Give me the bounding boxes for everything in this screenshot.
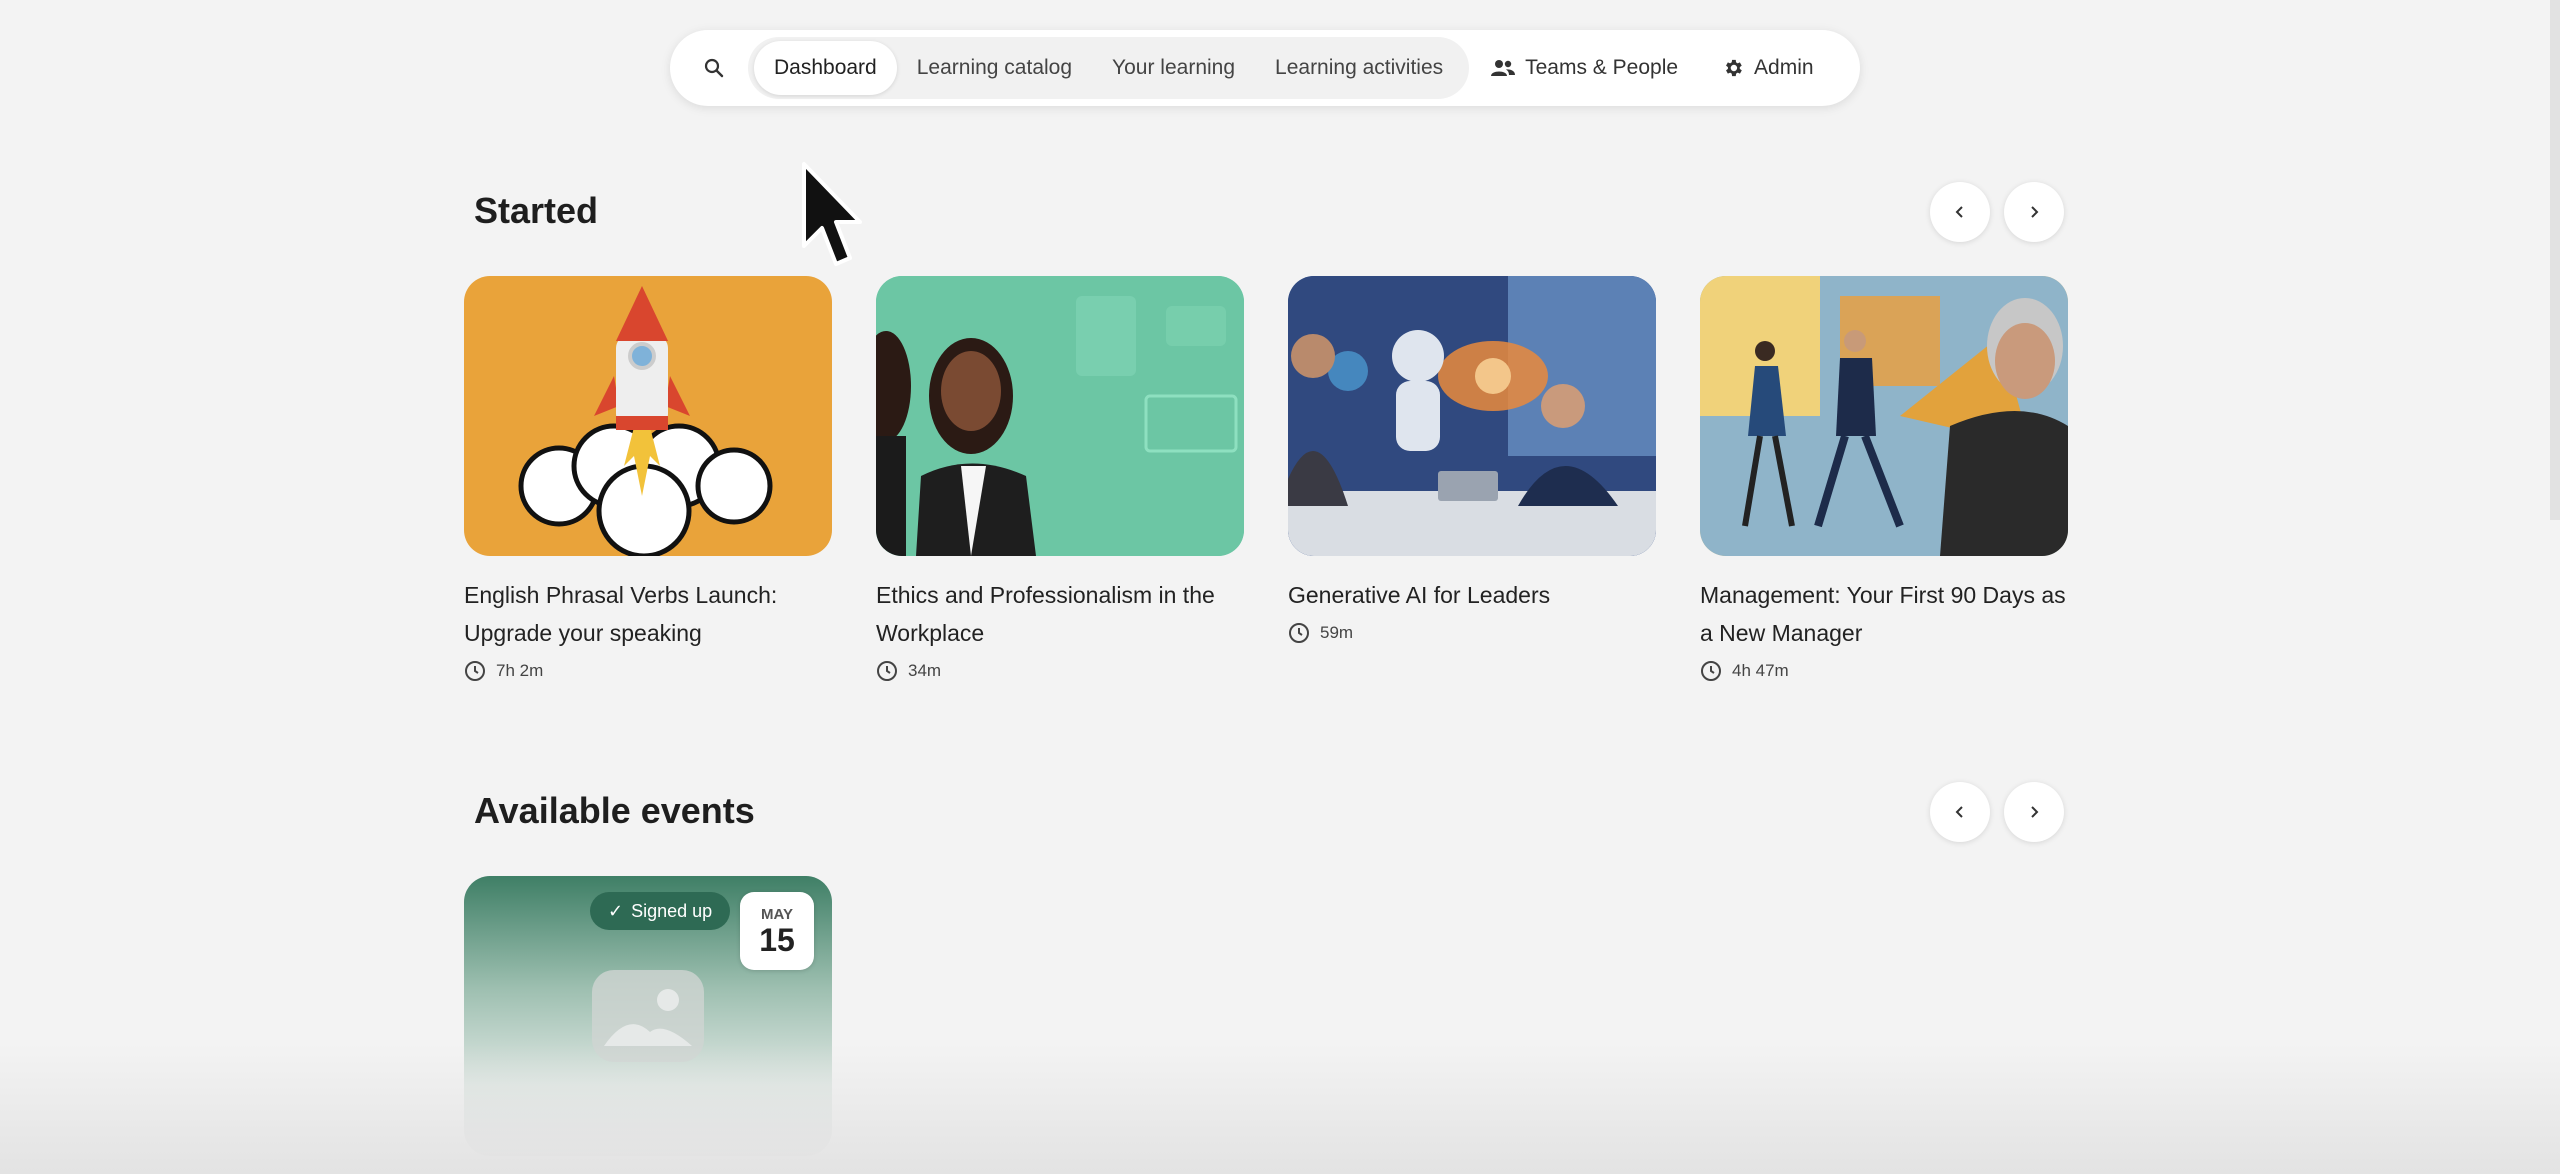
dashboard-page: Dashboard Learning catalog Your learning…: [0, 0, 2560, 1174]
image-placeholder-icon: [592, 970, 704, 1062]
event-card[interactable]: ✓ Signed up MAY 15: [464, 876, 832, 1156]
clock-icon: [1701, 661, 1721, 681]
top-navigation: Dashboard Learning catalog Your learning…: [670, 30, 1860, 106]
tab-learning-activities[interactable]: Learning activities: [1255, 41, 1463, 95]
chevron-right-icon: [2031, 806, 2039, 818]
course-duration-text: 34m: [908, 661, 942, 680]
available-events-heading: Available events: [474, 790, 755, 831]
people-icon: [1491, 60, 1516, 76]
chevron-left-icon: [1955, 806, 1963, 818]
course-thumbnail[interactable]: [1288, 276, 1656, 556]
course-duration-text: 59m: [1320, 623, 1354, 642]
check-icon: ✓: [608, 900, 624, 921]
course-card[interactable]: Generative AI for Leaders 59m: [1288, 276, 1656, 644]
scrollbar[interactable]: [2550, 0, 2560, 520]
rocket-illustration: [518, 286, 773, 556]
manager-illustration: [1700, 276, 2068, 556]
events-next-button[interactable]: [2004, 782, 2064, 842]
clock-icon: [1289, 623, 1309, 643]
chevron-right-icon: [2031, 206, 2039, 218]
course-title[interactable]: Management: Your First 90 Days as a New …: [1700, 576, 2068, 652]
search-icon: [704, 58, 724, 78]
gear-icon: [1726, 59, 1742, 77]
events-prev-button[interactable]: [1930, 782, 1990, 842]
tab-learning-catalog[interactable]: Learning catalog: [897, 41, 1092, 95]
admin-label: Admin: [1754, 56, 1814, 79]
event-day: 15: [759, 921, 795, 958]
course-duration: 4h 47m: [1700, 660, 2068, 682]
event-month: MAY: [761, 905, 793, 923]
teams-people-link[interactable]: Teams & People: [1469, 56, 1700, 80]
started-next-button[interactable]: [2004, 182, 2064, 242]
admin-link[interactable]: Admin: [1700, 56, 1836, 80]
event-date: MAY 15: [740, 892, 814, 970]
teams-people-label: Teams & People: [1525, 56, 1679, 79]
course-duration: 59m: [1288, 622, 1656, 644]
course-title[interactable]: Generative AI for Leaders: [1288, 576, 1656, 614]
mouse-cursor-icon: [802, 162, 862, 266]
clock-icon: [877, 661, 897, 681]
started-prev-button[interactable]: [1930, 182, 1990, 242]
signed-up-badge: ✓ Signed up: [590, 892, 731, 930]
course-card[interactable]: Ethics and Professionalism in the Workpl…: [876, 276, 1244, 682]
course-card[interactable]: Management: Your First 90 Days as a New …: [1700, 276, 2068, 682]
ai-meeting-illustration: [1288, 276, 1656, 556]
course-card[interactable]: English Phrasal Verbs Launch: Upgrade yo…: [464, 276, 832, 682]
course-duration-text: 4h 47m: [1732, 661, 1789, 680]
course-duration-text: 7h 2m: [496, 661, 544, 680]
course-duration: 34m: [876, 660, 1244, 682]
course-duration: 7h 2m: [464, 660, 832, 682]
course-title[interactable]: English Phrasal Verbs Launch: Upgrade yo…: [464, 576, 832, 652]
signed-up-label: Signed up: [631, 900, 713, 921]
tab-dashboard[interactable]: Dashboard: [754, 41, 897, 95]
businesswoman-photo: [876, 276, 1244, 556]
course-thumbnail[interactable]: [464, 276, 832, 556]
bottom-fade: [0, 1044, 2560, 1174]
started-heading: Started: [474, 190, 599, 231]
nav-tabs: Dashboard Learning catalog Your learning…: [748, 37, 1470, 99]
chevron-left-icon: [1955, 206, 1963, 218]
search-button[interactable]: [692, 46, 736, 90]
course-thumbnail[interactable]: [1700, 276, 2068, 556]
tab-your-learning[interactable]: Your learning: [1092, 41, 1255, 95]
course-title[interactable]: Ethics and Professionalism in the Workpl…: [876, 576, 1244, 652]
course-thumbnail[interactable]: [876, 276, 1244, 556]
clock-icon: [465, 661, 485, 681]
